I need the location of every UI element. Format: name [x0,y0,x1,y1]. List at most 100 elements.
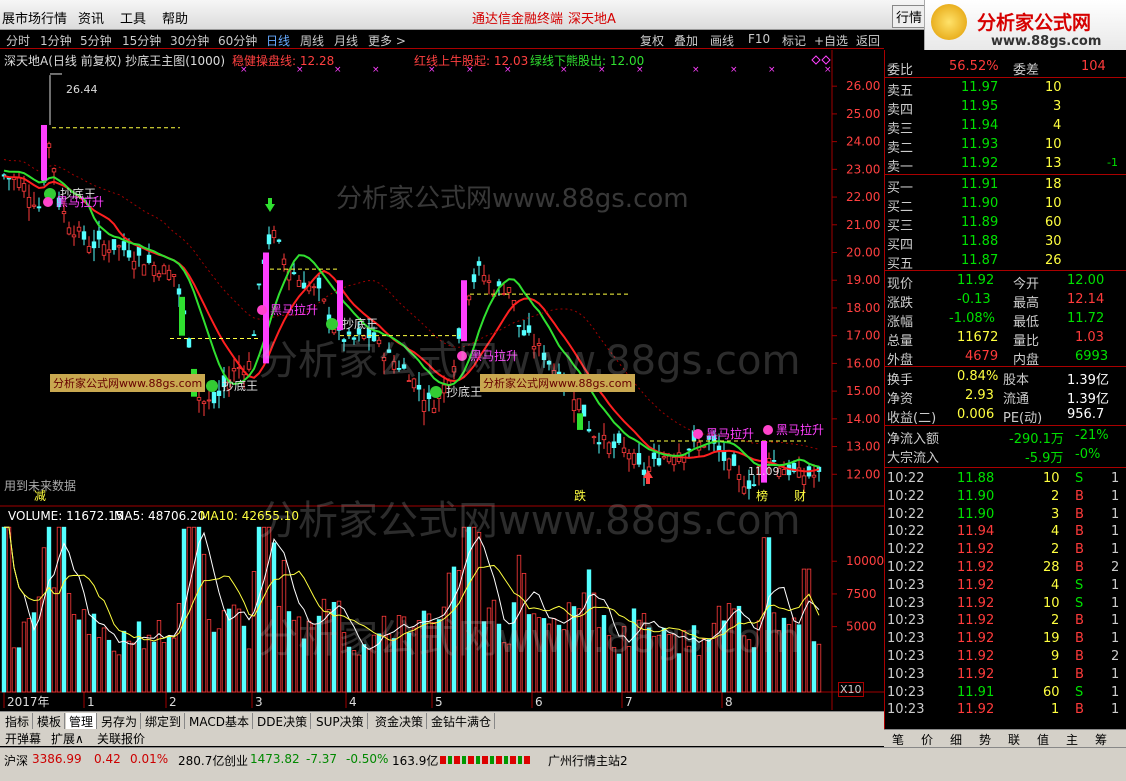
index1-name: 沪深 [4,754,29,768]
buy-level-row[interactable]: 买四 11.88 30 [885,233,1126,253]
period-15min[interactable]: 15分钟 [122,32,161,49]
volume-multiplier: X10 [838,682,864,697]
sell-price: 11.94 [961,118,999,133]
sell-level-row[interactable]: 卖五 11.97 10 [885,79,1126,99]
period-60min[interactable]: 60分钟 [218,32,257,49]
mark-button[interactable]: 标记 [782,32,806,49]
indicator-tab[interactable]: 模板 [34,713,66,730]
extension-tab[interactable]: 关联报价 [94,730,148,747]
indicator-tab[interactable]: 资金决策 [372,713,428,730]
add-watchlist-button[interactable]: +自选 [814,32,848,49]
indicator-tab[interactable]: 指标 [2,713,34,730]
dark-horse-label: 黑马拉升 [706,426,754,441]
volume-bar [111,650,117,693]
tick-direction: S [1075,595,1084,611]
detail-tab[interactable]: 筹 [1095,731,1107,748]
bottom-king-icon [430,386,442,398]
indicator-tab[interactable]: 绑定到 [142,713,186,730]
period-day[interactable]: 日线 [266,32,290,49]
quote-button[interactable]: 行情 [892,5,927,28]
month-label: 3 [255,695,263,709]
menu-help[interactable]: 帮助 [162,8,188,27]
candle-body [266,234,272,245]
indicator-tab[interactable]: MACD基本 [186,713,253,730]
sell-level-row[interactable]: 卖四 11.95 3 [885,98,1126,118]
indicator-tab[interactable]: 管理 [66,713,98,730]
chart-area[interactable]: 26.00 25.00 24.00 23.00 22.00 21.00 20.00 19.00… [0,50,884,725]
sell-level-row[interactable]: 卖一 11.92 13 -1 [885,155,1126,175]
menu-tools[interactable]: 工具 [120,8,146,27]
extension-tab[interactable]: 扩展∧ [48,730,87,747]
back-button[interactable]: 返回 [856,32,880,49]
index1-percent: 0.01% [130,752,169,766]
menu-news[interactable]: 资讯 [78,8,104,27]
low-price-label: 11.09 [748,465,780,478]
tick-row: 10:22 11.92 2 B 1 [885,541,1126,560]
period-minute[interactable]: 分时 [6,32,30,49]
buy-level-row[interactable]: 买五 11.87 26 [885,252,1126,272]
tick-row: 10:23 11.91 60 S 1 [885,684,1126,703]
period-week[interactable]: 周线 [300,32,324,49]
period-month[interactable]: 月线 [334,32,358,49]
volume-bar [101,627,107,693]
tick-volume: 19 [1043,631,1060,647]
detail-tab[interactable]: 细 [950,731,962,748]
menu-market[interactable]: 展市场行情 [2,8,67,27]
candle-body [61,211,67,215]
sell-price: 11.93 [961,137,999,152]
f10-button[interactable]: F10 [748,32,770,46]
volume-bar [806,568,812,693]
draw-button[interactable]: 画线 [710,32,734,49]
tick-volume: 1 [1051,666,1060,682]
detail-tab[interactable]: 主 [1066,731,1078,748]
indicator-tab[interactable]: DDE决策 [254,713,312,730]
stat-value: 11672 [957,330,999,345]
period-more[interactable]: 更多 > [368,32,406,49]
volume-tick-label: 7500 [846,587,877,601]
indicator-tab[interactable]: 金钻牛满仓 [428,713,496,730]
price-tick-label: 23.00 [846,162,880,176]
stat-value: -0.13 [957,292,991,307]
candle-body [86,246,92,253]
period-5min[interactable]: 5分钟 [80,32,112,49]
tick-price: 11.92 [957,631,995,647]
period-30min[interactable]: 30分钟 [170,32,209,49]
indicator-tab[interactable]: SUP决策 [313,713,368,730]
extension-tab[interactable]: 开弹幕 [2,730,44,747]
tick-count: 2 [1111,560,1120,575]
bottom-king-label: 抄底王 [222,378,258,393]
signal-bar [41,124,47,181]
detail-tab[interactable]: 值 [1037,731,1049,748]
buy-level-label: 买二 [887,200,914,215]
detail-tab[interactable]: 势 [979,731,991,748]
candle-body [216,390,222,396]
candle-body [471,274,477,283]
candle-body [466,295,472,301]
detail-tab[interactable]: 笔 [892,731,904,748]
buy-level-row[interactable]: 买一 11.91 18 [885,176,1126,196]
buy-level-row[interactable]: 买二 11.90 10 [885,195,1126,215]
detail-tab[interactable]: 联 [1008,731,1020,748]
buy-level-label: 买三 [887,219,914,234]
sell-level-row[interactable]: 卖三 11.94 4 [885,117,1126,137]
price-tick-label: 16.00 [846,356,880,370]
month-label: 8 [725,695,733,709]
sell-level-row[interactable]: 卖二 11.93 10 [885,136,1126,156]
stat-label-2: 最低 [1013,315,1040,330]
candle-body [196,397,202,401]
candle-body [631,452,637,465]
fuquan-button[interactable]: 复权 [640,32,664,49]
volume-bar [121,630,127,693]
detail-tab[interactable]: 价 [921,731,933,748]
candle-body [116,245,122,248]
indicator-tab[interactable]: 另存为 [98,713,142,730]
candle-body [101,244,107,256]
buy-price: 11.87 [961,253,999,268]
buy-level-row[interactable]: 买三 11.89 60 [885,214,1126,234]
period-1min[interactable]: 1分钟 [40,32,72,49]
price-tick-label: 20.00 [846,246,880,260]
overlay-button[interactable]: 叠加 [674,32,698,49]
tick-row: 10:23 11.92 9 B 2 [885,648,1126,667]
candle-body [246,361,252,370]
candle-body [721,451,727,461]
